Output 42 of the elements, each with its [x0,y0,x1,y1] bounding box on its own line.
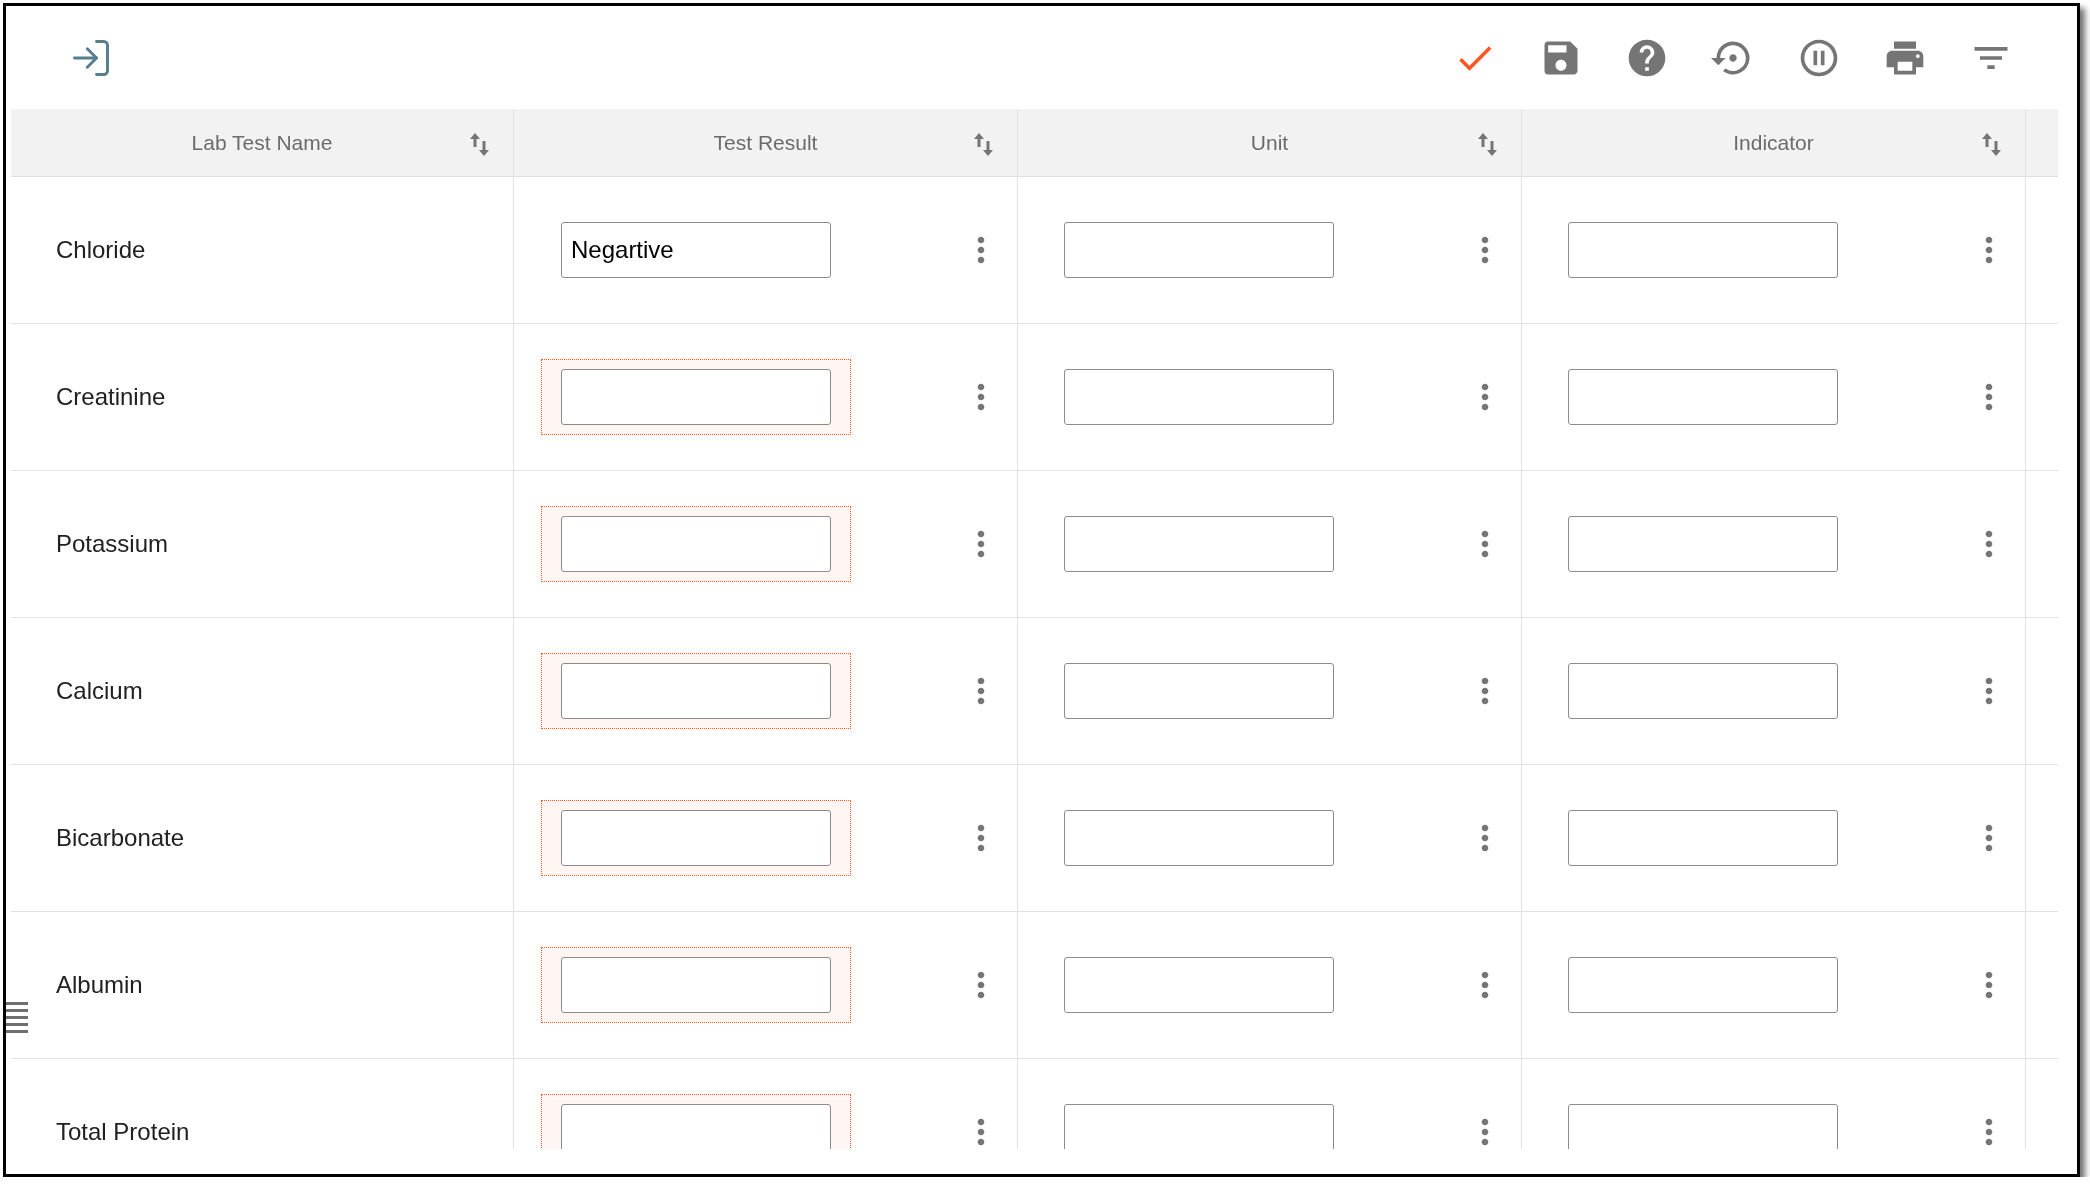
test-name: Chloride [56,236,146,264]
input-field[interactable] [1064,369,1334,425]
input-field[interactable] [1568,663,1838,719]
test-name: Bicarbonate [56,824,185,852]
column-title: Indicator [1733,130,1814,155]
input-field[interactable] [561,516,831,572]
input-field[interactable] [1568,516,1838,572]
input-field[interactable] [561,663,831,719]
input-field[interactable]: Negartive [561,222,831,278]
test-name: Total Protein [56,1118,190,1146]
input-field[interactable] [1064,810,1334,866]
input-field[interactable] [561,810,831,866]
input-field[interactable] [561,957,831,1013]
input-field[interactable] [1568,222,1838,278]
sort-icon[interactable] [470,133,489,156]
input-field[interactable] [1064,957,1334,1013]
test-name: Creatinine [56,383,166,411]
column-header[interactable]: Unit [1018,109,1522,177]
sort-icon[interactable] [1478,133,1497,156]
sort-icon[interactable] [1982,133,2001,156]
input-field[interactable] [561,1104,831,1149]
input-field[interactable] [1568,810,1838,866]
column-title: Lab Test Name [191,130,333,155]
input-field[interactable] [1064,1104,1334,1149]
column-header[interactable]: Lab Test Name [11,109,514,177]
test-name: Calcium [56,677,143,705]
column-title: Test Result [713,130,818,155]
list-icon[interactable] [6,1002,28,1033]
input-field[interactable] [1568,1104,1838,1149]
input-field[interactable] [1568,957,1838,1013]
input-field[interactable] [1064,516,1334,572]
input-field[interactable] [1064,222,1334,278]
column-header[interactable]: Indicator [1522,109,2026,177]
column-title: Unit [1250,130,1289,155]
test-name: Albumin [56,971,143,999]
input-field[interactable] [561,369,831,425]
input-field[interactable] [1568,369,1838,425]
column-header[interactable]: Test Result [514,109,1018,177]
header-cell [2026,109,2058,177]
test-name: Potassium [56,530,169,558]
input-field[interactable] [1064,663,1334,719]
sort-icon[interactable] [974,133,993,156]
